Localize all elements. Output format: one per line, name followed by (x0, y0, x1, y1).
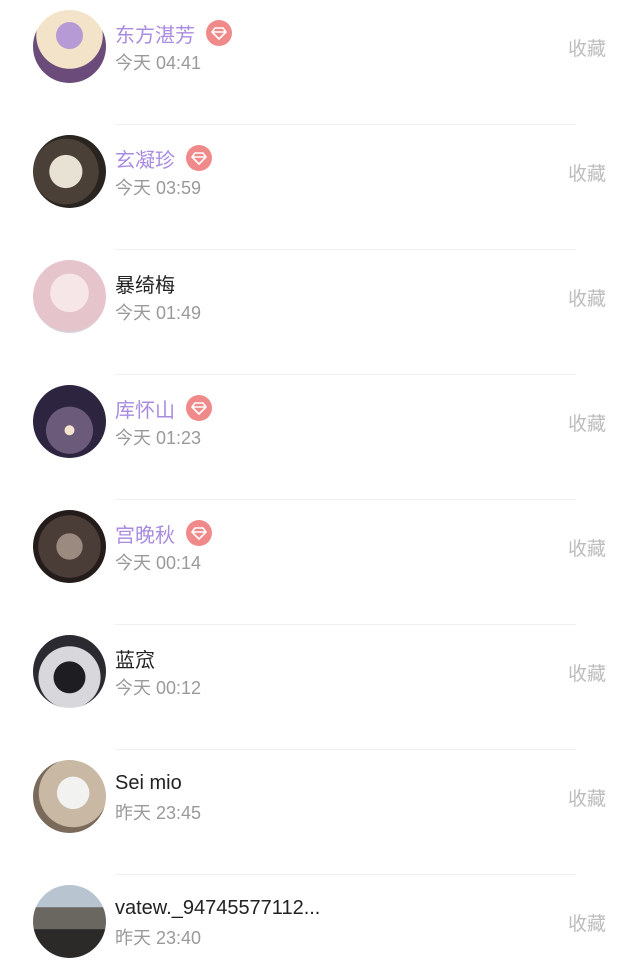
collect-button[interactable]: 收藏 (568, 34, 606, 61)
list-item[interactable]: 东方湛芳 今天 04:41 收藏 (0, 0, 640, 125)
list-item[interactable]: vatew._94745577112... 昨天 23:40 收藏 (0, 875, 640, 961)
list-item[interactable]: 暴绮梅 今天 01:49 收藏 (0, 250, 640, 375)
avatar[interactable] (33, 885, 106, 958)
list-item[interactable]: 库怀山 今天 01:23 收藏 (0, 375, 640, 500)
avatar[interactable] (33, 510, 106, 583)
user-name[interactable]: 玄凝珍 (115, 144, 175, 173)
avatar[interactable] (33, 760, 106, 833)
diamond-icon (186, 395, 212, 421)
user-name[interactable]: 宫晚秋 (115, 519, 175, 548)
diamond-icon (186, 520, 212, 546)
diamond-icon (186, 145, 212, 171)
visit-time: 昨天 23:40 (115, 928, 202, 948)
visit-time: 昨天 23:45 (115, 803, 202, 823)
diamond-icon (206, 20, 232, 46)
user-name[interactable]: 库怀山 (115, 394, 175, 423)
list-item[interactable]: 蓝窊 今天 00:12 收藏 (0, 625, 640, 750)
visit-time: 今天 01:23 (115, 428, 202, 448)
user-name[interactable]: 暴绮梅 (115, 269, 175, 298)
visit-time: 今天 00:12 (115, 678, 202, 698)
visitor-list: 东方湛芳 今天 04:41 收藏 玄凝珍 今天 03:59 收藏 暴绮梅 今天 … (0, 0, 640, 961)
user-name[interactable]: Sei mio (115, 772, 182, 795)
avatar[interactable] (33, 10, 106, 83)
visit-time: 今天 00:14 (115, 553, 202, 573)
collect-button[interactable]: 收藏 (568, 409, 606, 436)
collect-button[interactable]: 收藏 (568, 909, 606, 936)
visit-time: 今天 03:59 (115, 178, 202, 198)
avatar[interactable] (33, 135, 106, 208)
user-name[interactable]: vatew._94745577112... (115, 897, 320, 920)
collect-button[interactable]: 收藏 (568, 534, 606, 561)
user-name[interactable]: 蓝窊 (115, 644, 155, 673)
avatar[interactable] (33, 260, 106, 333)
avatar[interactable] (33, 385, 106, 458)
collect-button[interactable]: 收藏 (568, 159, 606, 186)
collect-button[interactable]: 收藏 (568, 284, 606, 311)
list-item[interactable]: Sei mio 昨天 23:45 收藏 (0, 750, 640, 875)
visit-time: 今天 01:49 (115, 303, 202, 323)
list-item[interactable]: 玄凝珍 今天 03:59 收藏 (0, 125, 640, 250)
visit-time: 今天 04:41 (115, 53, 202, 73)
list-item[interactable]: 宫晚秋 今天 00:14 收藏 (0, 500, 640, 625)
avatar[interactable] (33, 635, 106, 708)
user-name[interactable]: 东方湛芳 (115, 19, 195, 48)
collect-button[interactable]: 收藏 (568, 784, 606, 811)
collect-button[interactable]: 收藏 (568, 659, 606, 686)
